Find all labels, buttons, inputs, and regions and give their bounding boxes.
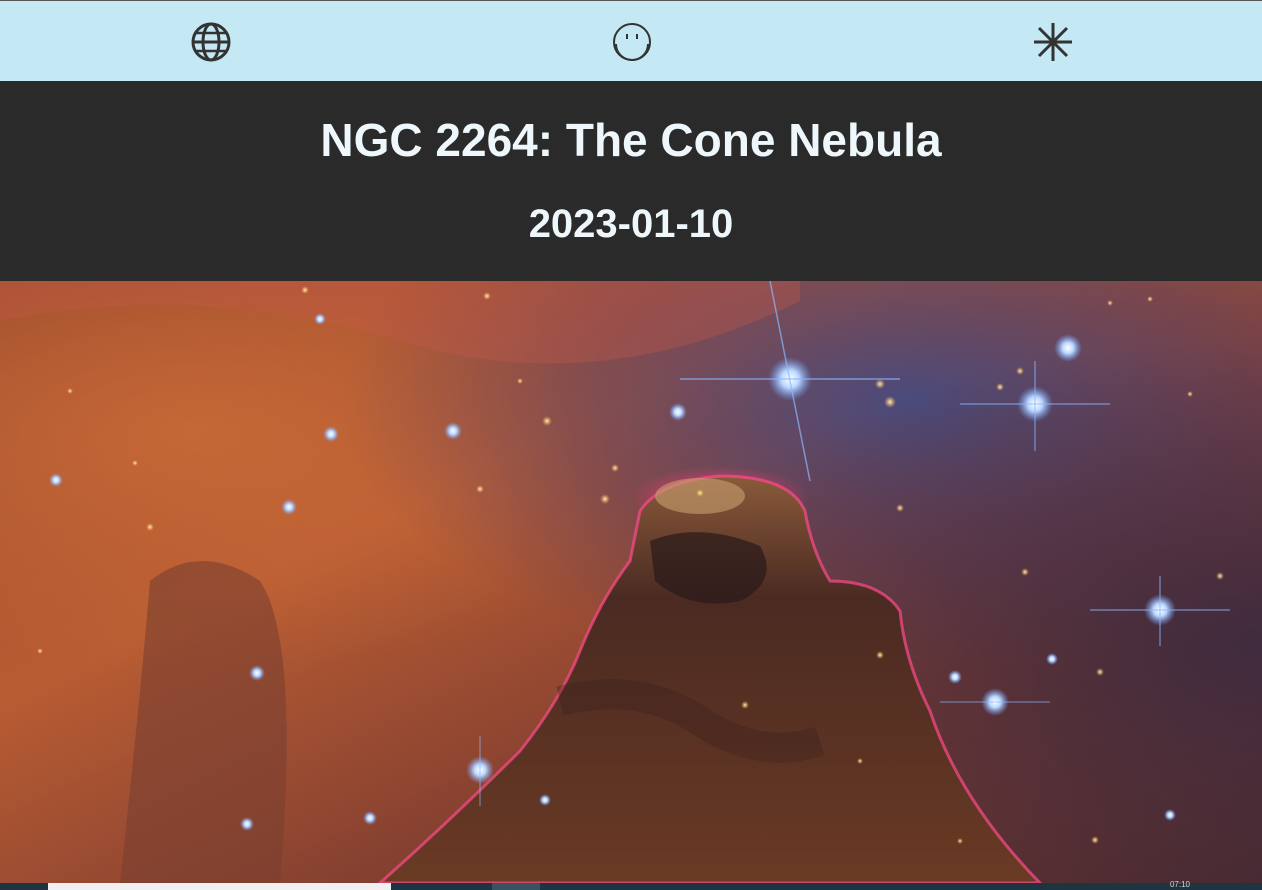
globe-icon <box>191 22 231 62</box>
page-title: NGC 2264: The Cone Nebula <box>320 114 942 166</box>
date-label: 2023-01-10 <box>528 202 734 246</box>
taskbar-window-thumbnail[interactable] <box>48 883 391 890</box>
smiley-icon <box>613 23 651 61</box>
asterisk-icon <box>1034 23 1072 61</box>
top-nav-bar <box>0 0 1262 81</box>
taskbar-active-app[interactable] <box>492 883 540 890</box>
smiley-button[interactable] <box>611 21 653 63</box>
taskbar: 07:10 <box>0 880 1262 890</box>
asterisk-button[interactable] <box>1032 21 1074 63</box>
nebula-image <box>0 281 1262 883</box>
globe-button[interactable] <box>190 21 232 63</box>
header: NGC 2264: The Cone Nebula 2023-01-10 <box>0 81 1262 281</box>
clock: 07:10 <box>1169 880 1190 889</box>
